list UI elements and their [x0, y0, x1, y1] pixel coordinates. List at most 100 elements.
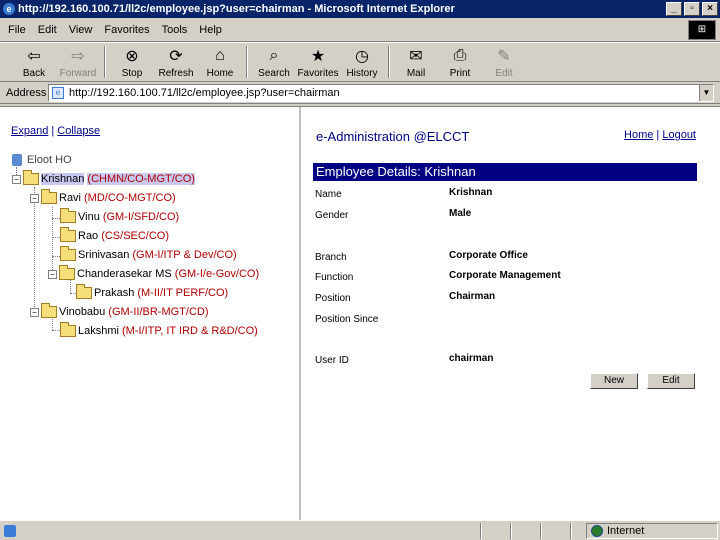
mail-button[interactable]: ✉ Mail [394, 43, 438, 81]
field-value-position: Chairman [449, 291, 496, 302]
status-page-icon [4, 525, 16, 537]
toolbar-label: Stop [121, 68, 143, 79]
tree-item-vinu[interactable]: Vinu (GM-I/SFD/CO) [60, 208, 179, 223]
tree-item-lakshmi[interactable]: Lakshmi (M-I/ITP, IT IRD & R&D/CO) [60, 322, 258, 337]
logout-link[interactable]: Logout [662, 129, 696, 141]
history-button[interactable]: ◷ History [340, 43, 384, 81]
tree-item-name[interactable]: Vinu [78, 211, 100, 223]
tree-item-name[interactable]: Prakash [94, 287, 134, 299]
stop-button[interactable]: ⊗ Stop [110, 43, 154, 81]
tree-item-name[interactable]: Rao [78, 230, 98, 242]
tree-item-ravi[interactable]: − Ravi (MD/CO-MGT/CO) [30, 189, 176, 204]
refresh-icon: ⟳ [169, 48, 183, 65]
menu-tools[interactable]: Tools [162, 24, 188, 36]
window-title: http://192.160.100.71/ll2c/employee.jsp?… [18, 3, 455, 15]
window-controls: _ ▫ × [666, 2, 718, 16]
search-icon: ⌕ [269, 47, 279, 64]
collapse-toggle-icon[interactable]: − [12, 174, 21, 184]
refresh-button[interactable]: ⟳ Refresh [154, 43, 198, 81]
tree-item-designation[interactable]: (GM-I/e-Gov/CO) [175, 268, 259, 280]
edit-button: ✎ Edit [482, 43, 526, 81]
tree-item-designation[interactable]: (M-I/ITP, IT IRD & R&D/CO) [122, 325, 258, 337]
close-button[interactable]: × [702, 2, 718, 16]
field-label-position-since: Position Since [315, 314, 379, 325]
field-value-gender: Male [449, 208, 472, 219]
collapse-link[interactable]: Collapse [57, 125, 100, 137]
edit-button[interactable]: Edit [647, 373, 695, 389]
page-icon: e [52, 87, 64, 99]
toolbar-label: Home [206, 68, 234, 79]
page-content: Expand | Collapse Eloot HO − Krishnan (C… [0, 106, 720, 521]
favorites-button[interactable]: ★ Favorites [296, 43, 340, 81]
tree-item-designation[interactable]: (MD/CO-MGT/CO) [84, 192, 176, 204]
field-label-position: Position [315, 293, 351, 304]
tree-item-vinobabu[interactable]: − Vinobabu (GM-II/BR-MGT/CD) [30, 303, 209, 318]
home-button[interactable]: ⌂ Home [198, 43, 242, 81]
search-button[interactable]: ⌕ Search [252, 43, 296, 81]
address-label: Address [6, 86, 47, 99]
address-input[interactable]: e http://192.160.100.71/ll2c/employee.js… [48, 84, 714, 102]
tree-root[interactable]: Eloot HO [12, 154, 72, 166]
details-pane: e-Administration @ELCCT Home | Logout Em… [304, 107, 720, 521]
folder-icon [60, 322, 76, 337]
home-link[interactable]: Home [624, 129, 653, 141]
tree-item-chanderasekar[interactable]: − Chanderasekar MS (GM-I/e-Gov/CO) [48, 265, 259, 280]
tree-item-designation[interactable]: (GM-I/ITP & Dev/CO) [132, 249, 236, 261]
menu-edit[interactable]: Edit [38, 24, 57, 36]
toolbar-label: Edit [495, 68, 513, 79]
field-label-gender: Gender [315, 210, 349, 221]
tree-item-designation[interactable]: (CHMN/CO-MGT/CO) [87, 173, 195, 185]
address-dropdown-icon[interactable]: ▼ [699, 85, 713, 101]
field-label-branch: Branch [315, 252, 347, 263]
tree-item-krishnan[interactable]: − Krishnan (CHMN/CO-MGT/CO) [12, 170, 195, 185]
expand-link[interactable]: Expand [11, 125, 48, 137]
address-url: http://192.160.100.71/ll2c/employee.jsp?… [69, 87, 340, 99]
folder-open-icon [23, 170, 39, 185]
tree-item-rao[interactable]: Rao (CS/SEC/CO) [60, 227, 169, 242]
folder-open-icon [59, 265, 75, 280]
toolbar-label: Print [449, 68, 471, 79]
menu-bar: File Edit View Favorites Tools Help [0, 18, 720, 42]
collapse-toggle-icon[interactable]: − [48, 269, 57, 279]
stop-icon: ⊗ [125, 48, 139, 65]
print-button[interactable]: ⎙ Print [438, 43, 482, 81]
field-value-user-id: chairman [449, 353, 494, 364]
toolbar-label: Mail [406, 68, 426, 79]
toolbar-label: Forward [59, 68, 97, 79]
tree-item-designation[interactable]: (M-II/IT PERF/CO) [137, 287, 228, 299]
tree-item-name[interactable]: Srinivasan [78, 249, 129, 261]
toolbar: ⇦ Back ⇨ Forward ⊗ Stop ⟳ Refresh ⌂ Home ⌕ Search ★ F… [0, 42, 720, 82]
collapse-toggle-icon[interactable]: − [30, 307, 39, 317]
collapse-toggle-icon[interactable]: − [30, 193, 39, 203]
folder-icon [60, 208, 76, 223]
folder-open-icon [41, 303, 57, 318]
tree-item-srinivasan[interactable]: Srinivasan (GM-I/ITP & Dev/CO) [60, 246, 237, 261]
forward-button: ⇨ Forward [56, 43, 100, 81]
tree-pane[interactable]: Expand | Collapse Eloot HO − Krishnan (C… [0, 107, 301, 521]
forward-arrow-icon: ⇨ [71, 48, 85, 65]
tree-item-designation[interactable]: (GM-I/SFD/CO) [103, 211, 179, 223]
menu-file[interactable]: File [8, 24, 26, 36]
toolbar-separator [246, 46, 248, 78]
tree-item-name[interactable]: Chanderasekar MS [77, 268, 172, 280]
maximize-button[interactable]: ▫ [684, 2, 700, 16]
tree-item-name[interactable]: Lakshmi [78, 325, 119, 337]
tree-item-designation[interactable]: (GM-II/BR-MGT/CD) [108, 306, 208, 318]
new-button[interactable]: New [590, 373, 638, 389]
menu-view[interactable]: View [69, 24, 93, 36]
folder-icon [60, 227, 76, 242]
tree-item-name[interactable]: Ravi [59, 192, 81, 204]
top-links: Home | Logout [624, 129, 696, 141]
menu-favorites[interactable]: Favorites [104, 24, 149, 36]
tree-item-name[interactable]: Krishnan [41, 173, 85, 185]
menu-help[interactable]: Help [199, 24, 222, 36]
tree-item-designation[interactable]: (CS/SEC/CO) [101, 230, 169, 242]
home-icon: ⌂ [215, 47, 225, 64]
minimize-button[interactable]: _ [666, 2, 682, 16]
back-button[interactable]: ⇦ Back [12, 43, 56, 81]
toolbar-label: Search [258, 68, 290, 79]
toolbar-label: History [346, 68, 378, 79]
tree-item-name[interactable]: Vinobabu [59, 306, 105, 318]
tree-item-prakash[interactable]: Prakash (M-II/IT PERF/CO) [76, 284, 228, 299]
field-value-name: Krishnan [449, 187, 493, 198]
